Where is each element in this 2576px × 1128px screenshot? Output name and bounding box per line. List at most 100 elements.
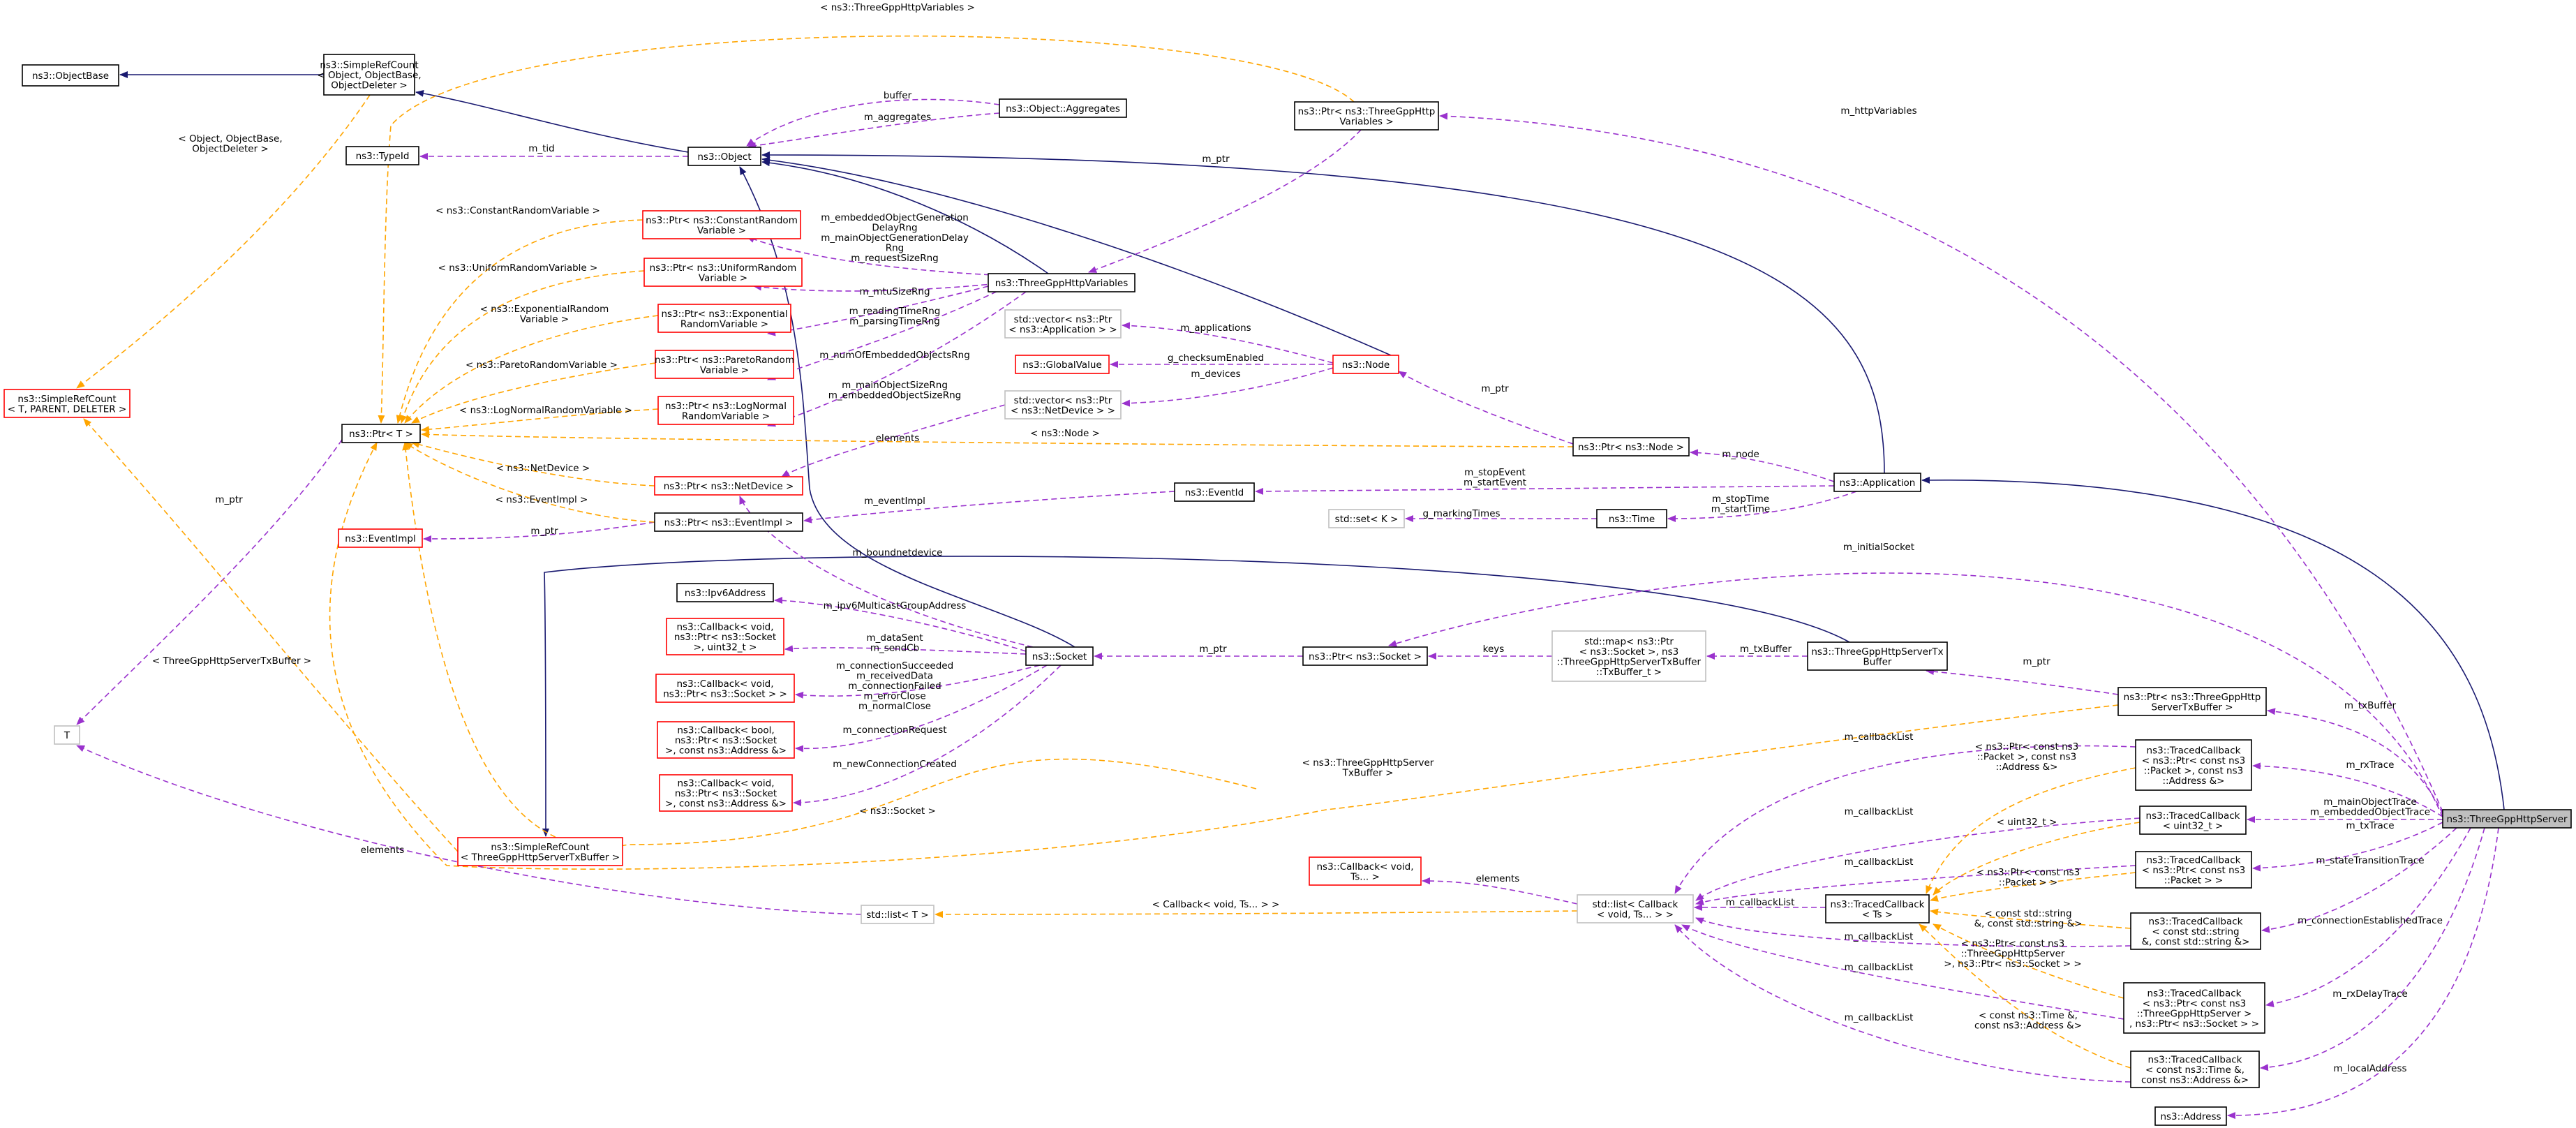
class-node-simplerefcount_obj[interactable]: ns3::SimpleRefCount < Object, ObjectBase,… [317,54,422,96]
edge-label-line: m_ptr [2023,656,2050,667]
class-node-simplerefcount_t[interactable]: ns3::SimpleRefCount < T, PARENT, DELETER … [3,389,131,418]
class-node-set_k[interactable]: std::set< K > [1328,509,1405,528]
edge-label-l_const_rv: < ns3::ConstantRandomVariable > [435,205,600,216]
class-node-ptr_eventimpl[interactable]: ns3::Ptr< ns3::EventImpl > [654,512,803,532]
edge-label-line: m_ptr [1199,644,1227,655]
class-node-label-line: < void, Ts... > > [1597,909,1674,920]
class-node-list_t[interactable]: std::list< T > [861,905,935,924]
usage-edge-45 [1695,817,2141,901]
class-node-ptr_log_rv[interactable]: ns3::Ptr< ns3::LogNormal RandomVariable > [657,396,794,425]
class-node-label-line: ns3::Socket [1032,651,1087,662]
edge-label-l_localaddr: m_localAddress [2333,1063,2406,1074]
class-node-node[interactable]: ns3::Node [1332,355,1399,374]
class-node-address[interactable]: ns3::Address [2154,1106,2227,1126]
class-node-object[interactable]: ns3::Object [687,147,761,166]
edge-label-line: g_checksumEnabled [1168,352,1264,364]
edge-label-l_rxdelay: m_rxDelayTrace [2332,988,2408,1000]
class-node-cb_uint32[interactable]: ns3::Callback< void, ns3::Ptr< ns3::Socke… [666,618,784,655]
class-node-cb_bool[interactable]: ns3::Callback< bool, ns3::Ptr< ns3::Socke… [657,721,795,759]
class-node-socket[interactable]: ns3::Socket [1025,646,1094,666]
class-node-label: ns3::Ptr< ns3::EventImpl > [664,517,794,528]
class-node-label: ns3::TracedCallback < const std::string &,… [2142,916,2250,948]
class-node-cb_void_ts[interactable]: ns3::Callback< void, Ts... > [1309,856,1422,886]
edge-label-line: m_mtuSizeRng [859,286,930,297]
class-node-server[interactable]: ns3::ThreeGppHttpServer [2442,809,2572,829]
edge-label-l_elements_t: elements [361,845,405,856]
edge-label-line: m_tid [528,143,555,154]
class-node-ptr_const_rv[interactable]: ns3::Ptr< ns3::ConstantRandom Variable > [642,210,801,239]
edge-label-l_httpvars: m_httpVariables [1840,105,1916,117]
class-node-tcb_pkt[interactable]: ns3::TracedCallback < ns3::Ptr< const ns3… [2135,851,2252,889]
usage-edge-16 [767,287,1006,380]
class-node-ptr_exp_rv[interactable]: ns3::Ptr< ns3::Exponential RandomVariable… [657,304,791,333]
class-node-application[interactable]: ns3::Application [1833,473,1921,492]
edge-label-line: m_httpVariables [1840,105,1916,117]
class-node-ptr_netdev[interactable]: ns3::Ptr< ns3::NetDevice > [654,476,803,496]
class-node-ptr_t[interactable]: ns3::Ptr< T > [341,424,421,443]
edge-label-l_mainsize: m_mainObjectSizeRng m_embeddedObjectSizeR… [828,380,961,401]
class-node-gppvars[interactable]: ns3::ThreeGppHttpVariables [988,273,1136,292]
class-node-map_txbuf[interactable]: std::map< ns3::Ptr < ns3::Socket >, ns3::… [1551,630,1706,682]
edge-label-l_tpl_str: < const std::string &, const std::string … [1974,908,2083,930]
class-node-label-line: ns3::Object::Aggregates [1006,103,1120,114]
class-node-list_cb[interactable]: std::list< Callback < void, Ts... > > [1577,894,1694,923]
class-node-ptr_par_rv[interactable]: ns3::Ptr< ns3::ParetoRandom Variable > [655,350,794,379]
edge-label-line: m_numOfEmbeddedObjectsRng [819,350,970,361]
edge-label-line: m_connectionEstablishedTrace [2298,915,2443,926]
class-node-srefcount_txbuf[interactable]: ns3::SimpleRefCount < ThreeGppHttpServerT… [457,837,623,866]
class-node-tcb_uint32[interactable]: ns3::TracedCallback < uint32_t > [2139,806,2247,835]
class-node-ptr_uni_rv[interactable]: ns3::Ptr< ns3::UniformRandom Variable > [643,258,803,287]
edge-label-line: m_ptr [530,526,558,537]
edge-label-l_cblist_main: m_callbackList [1726,897,1795,908]
class-node-label-line: ns3::Ptr< ns3::EventImpl > [664,517,794,528]
class-node-tcb_time[interactable]: ns3::TracedCallback < const ns3::Time &, c… [2130,1051,2260,1088]
class-node-label-line: < T, PARENT, DELETER > [8,403,127,415]
class-node-t[interactable]: T [54,725,80,745]
edge-label-l_exp_rv: < ns3::ExponentialRandom Variable > [480,304,609,325]
class-node-tcb_server[interactable]: ns3::TracedCallback < ns3::Ptr< const ns3… [2123,982,2265,1034]
class-node-cb_socket[interactable]: ns3::Callback< void, ns3::Ptr< ns3::Socke… [655,674,795,703]
edge-label-l_tpl_pkt_addr: < ns3::Ptr< const ns3::Packet >, const n… [1975,741,2079,773]
class-node-ipv6addr[interactable]: ns3::Ipv6Address [676,583,774,602]
class-node-label-line: < Ts > [1862,909,1893,920]
class-node-eventimpl[interactable]: ns3::EventImpl [338,528,423,548]
edge-label-line: m_ptr [215,494,243,505]
usage-edge-25 [1255,485,1835,495]
edge-label-line: elements [1476,873,1520,884]
class-node-ptr_txbuffer[interactable]: ns3::Ptr< ns3::ThreeGppHttp ServerTxBuffe… [2117,687,2267,716]
class-node-label: ns3::Ptr< ns3::NetDevice > [664,481,794,492]
edge-label-l_checksum: g_checksumEnabled [1168,352,1264,364]
class-node-label-line: < uint32_t > [2163,820,2224,831]
edge-label-line: m_boundnetdevice [853,547,943,558]
edge-label-line: m_callbackList [1845,962,1914,973]
class-node-tcb_pkt_addr[interactable]: ns3::TracedCallback < ns3::Ptr< const ns3… [2135,739,2252,791]
edge-label-line: m_txBuffer [1740,644,1792,655]
class-node-globalvalue[interactable]: ns3::GlobalValue [1015,355,1110,374]
class-node-label: ns3::SimpleRefCount < T, PARENT, DELETER … [8,394,127,415]
edge-label-l_cblist_4: m_callbackList [1845,931,1914,942]
edge-label-line: < ns3::ThreeGppHttpVariables > [820,2,975,13]
class-node-time[interactable]: ns3::Time [1596,509,1667,528]
class-node-tcb_str[interactable]: ns3::TracedCallback < const std::string &,… [2130,912,2261,950]
class-node-ptr_node[interactable]: ns3::Ptr< ns3::Node > [1572,437,1690,457]
class-node-ptr_socket[interactable]: ns3::Ptr< ns3::Socket > [1302,646,1428,666]
class-node-tcb_ts[interactable]: ns3::TracedCallback < Ts > [1825,894,1930,923]
class-node-vec_app[interactable]: std::vector< ns3::Ptr < ns3::Application … [1004,309,1122,339]
class-node-eventid[interactable]: ns3::EventId [1174,482,1255,502]
class-node-vec_netdev[interactable]: std::vector< ns3::Ptr < ns3::NetDevice > … [1004,390,1122,420]
edge-label-l_mptr_eventimpl: m_ptr [530,526,558,537]
class-node-aggregates[interactable]: ns3::Object::Aggregates [999,98,1127,118]
class-node-label-line: Variables > [1339,116,1393,127]
class-node-txbuffer[interactable]: ns3::ThreeGppHttpServerTx Buffer [1807,641,1948,671]
edge-label-l_tpl_pkt: < ns3::Ptr< const ns3::Packet > > [1976,867,2080,889]
class-node-typeid[interactable]: ns3::TypeId [345,146,419,165]
edge-label-line: m_newConnectionCreated [833,759,957,770]
usage-edge-41 [1388,572,2443,818]
class-node-cb_void_addr[interactable]: ns3::Callback< void, ns3::Ptr< ns3::Socke… [659,774,793,812]
class-node-label-line: ns3::Time [1609,514,1655,525]
class-node-ptr_vars[interactable]: ns3::Ptr< ns3::ThreeGppHttp Variables > [1294,101,1439,131]
class-node-objbase[interactable]: ns3::ObjectBase [22,64,119,87]
edge-label-line: ::Packet > > [1999,877,2057,889]
edge-label-l_tpl_server: < ns3::Ptr< const ns3::ThreeGppHttpServe… [1944,938,2081,970]
edge-label-l_elements_nd: elements [876,433,920,444]
